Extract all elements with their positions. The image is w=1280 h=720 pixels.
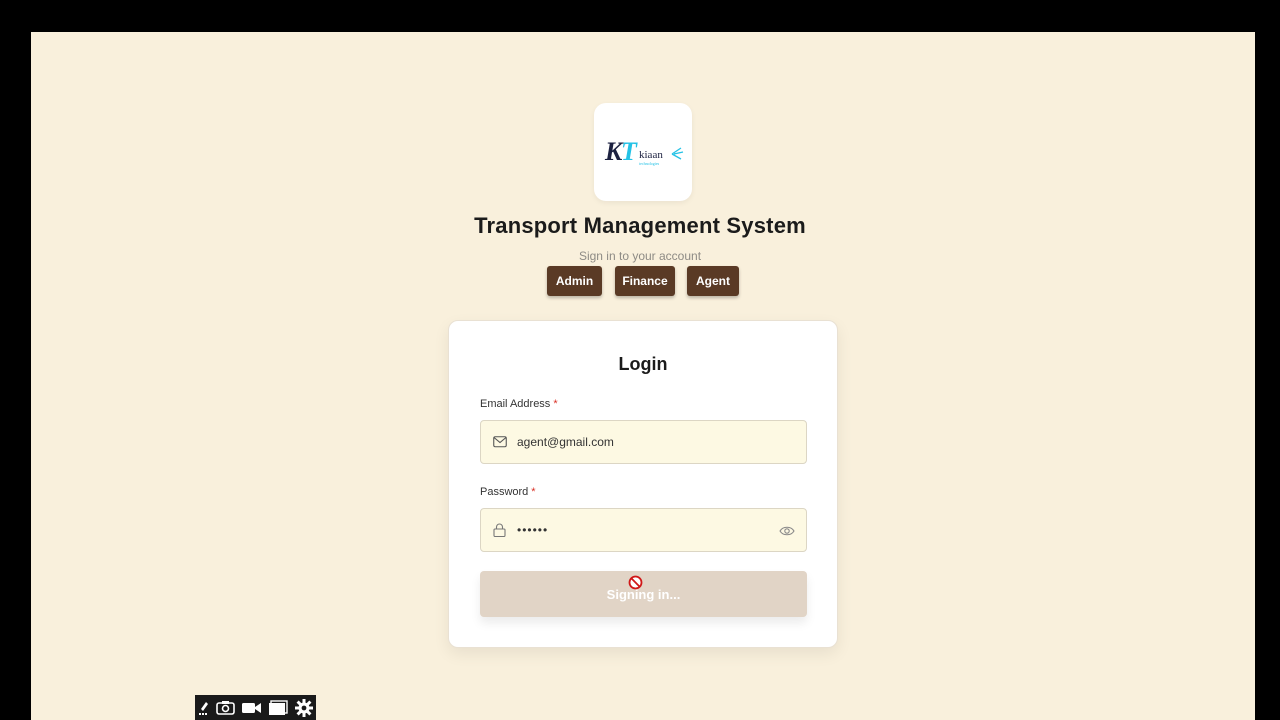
email-input[interactable] bbox=[517, 421, 767, 463]
password-label: Password * bbox=[480, 486, 536, 498]
gear-icon[interactable] bbox=[294, 698, 314, 718]
page-title: Transport Management System bbox=[474, 213, 806, 238]
video-icon[interactable] bbox=[241, 701, 262, 715]
required-mark: * bbox=[553, 398, 558, 410]
password-field bbox=[480, 508, 807, 552]
window-icon[interactable] bbox=[268, 699, 288, 716]
role-selector: Admin Finance Agent bbox=[0, 266, 1280, 296]
email-label-text: Email Address bbox=[480, 398, 551, 410]
camera-icon[interactable] bbox=[216, 700, 235, 715]
eye-icon[interactable] bbox=[779, 524, 795, 542]
page-subtitle: Sign in to your account bbox=[578, 249, 702, 263]
email-field bbox=[480, 420, 807, 464]
sign-in-button[interactable]: Signing in... bbox=[480, 571, 807, 617]
svg-text:kiaan: kiaan bbox=[639, 149, 663, 161]
required-mark: * bbox=[531, 486, 536, 498]
edit-icon[interactable] bbox=[198, 700, 210, 716]
svg-text:technologies: technologies bbox=[639, 161, 660, 166]
email-label: Email Address * bbox=[480, 398, 558, 410]
not-allowed-cursor-icon bbox=[628, 575, 643, 595]
capture-toolbar bbox=[195, 695, 316, 720]
mail-icon bbox=[493, 435, 507, 453]
svg-text:T: T bbox=[621, 137, 638, 166]
password-label-text: Password bbox=[480, 486, 529, 498]
kt-kiaan-logo-icon: K T kiaan technologies bbox=[604, 137, 684, 166]
password-input[interactable] bbox=[517, 509, 767, 551]
login-title: Login bbox=[618, 354, 668, 374]
agent-role-button[interactable]: Agent bbox=[687, 266, 739, 296]
admin-role-button[interactable]: Admin bbox=[547, 266, 602, 296]
finance-role-button[interactable]: Finance bbox=[615, 266, 675, 296]
lock-icon bbox=[493, 523, 506, 542]
company-logo: K T kiaan technologies bbox=[594, 103, 692, 201]
login-card: Login Email Address* Password* Signing i… bbox=[448, 320, 838, 648]
